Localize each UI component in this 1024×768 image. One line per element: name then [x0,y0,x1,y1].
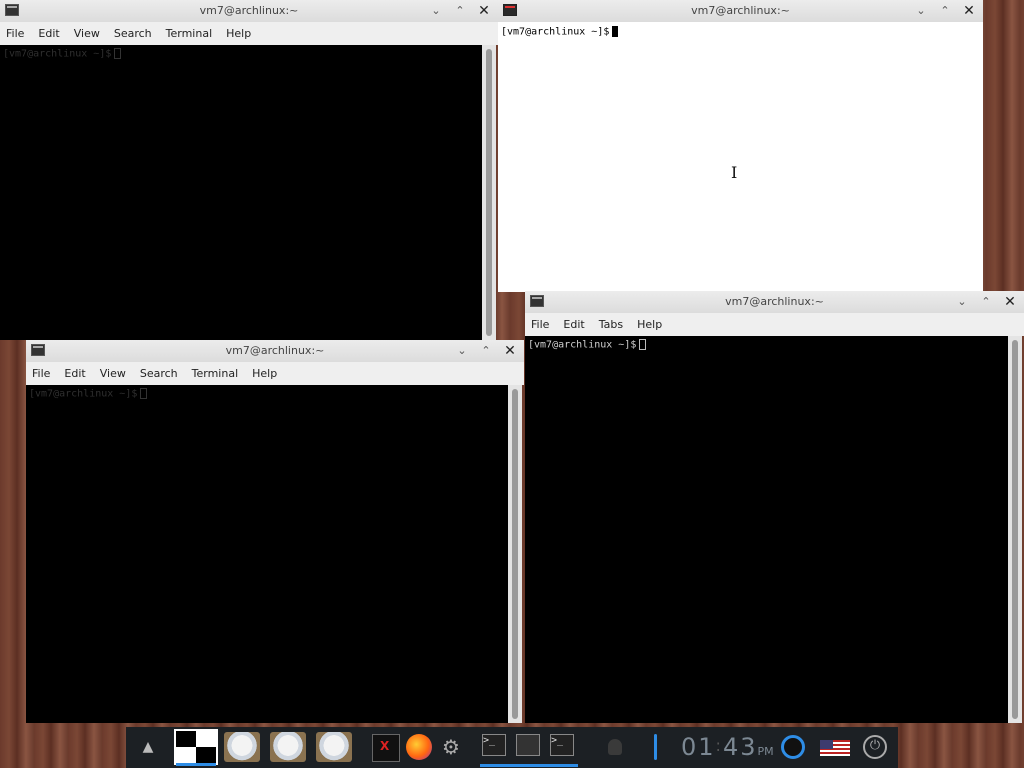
prompt-text: [vm7@archlinux ~]$ [528,339,637,351]
clock[interactable]: 01:43PM [681,733,774,761]
maximize-button[interactable]: ⌃ [476,342,496,360]
menu-view[interactable]: View [100,367,126,380]
minimize-button[interactable]: ⌄ [952,293,972,311]
menubar: File Edit Tabs Help [525,313,1024,336]
workspace-thumb [176,731,196,747]
titlebar[interactable]: vm7@archlinux:~ ⌄ ⌃ ✕ [525,291,1024,314]
show-panel-up-arrow-icon[interactable]: ▲ [136,727,160,768]
clock-minutes: 43 [722,733,758,761]
scrollbar-thumb[interactable] [1012,340,1018,719]
volume-icon[interactable] [654,734,657,760]
menu-help[interactable]: Help [637,318,662,331]
maximize-button[interactable]: ⌃ [935,2,955,20]
cursor [140,388,148,399]
menu-help[interactable]: Help [252,367,277,380]
workspace-active-indicator [176,763,216,766]
cursor [612,26,619,37]
workspace-thumb [316,732,352,762]
terminal-task-icon[interactable]: >_ [550,734,574,756]
workspace-2[interactable] [220,729,264,765]
menu-file[interactable]: File [6,27,24,40]
close-button[interactable]: ✕ [1000,293,1020,311]
workspace-3[interactable] [266,729,310,765]
terminal-area[interactable]: [vm7@archlinux ~]$ [0,45,482,340]
titlebar[interactable]: vm7@archlinux:~ ⌄ ⌃ ✕ [26,340,524,363]
clock-separator: : [715,736,723,755]
menu-search[interactable]: Search [114,27,152,40]
terminal-window-topleft[interactable]: vm7@archlinux:~ ⌄ ⌃ ✕ File Edit View Sea… [0,0,498,340]
titlebar[interactable]: vm7@archlinux:~ ⌄ ⌃ ✕ [0,0,498,23]
workspace-1[interactable] [174,729,218,766]
close-button[interactable]: ✕ [474,2,494,20]
network-icon[interactable] [781,735,805,759]
scrollbar-thumb[interactable] [512,389,518,719]
clock-hours: 01 [681,733,716,761]
terminal-window-bottomleft[interactable]: vm7@archlinux:~ ⌄ ⌃ ✕ File Edit View Sea… [26,340,524,723]
lxterminal-window[interactable]: vm7@archlinux:~ ⌄ ⌃ ✕ File Edit Tabs Hel… [525,291,1024,723]
terminal-task-icon[interactable]: >_ [482,734,506,756]
clock-ampm: PM [757,745,774,758]
menu-view[interactable]: View [74,27,100,40]
menubar: File Edit View Search Terminal Help [26,362,524,385]
workspace-thumb [224,732,260,762]
terminal-area[interactable]: [vm7@archlinux ~]$ [525,336,1008,723]
scrollbar[interactable] [508,385,522,723]
menubar: File Edit View Search Terminal Help [0,22,498,45]
terminal-area[interactable]: [vm7@archlinux ~]$ [498,22,983,292]
menu-edit[interactable]: Edit [64,367,85,380]
minimize-button[interactable]: ⌄ [426,2,446,20]
gear-icon[interactable]: ⚙ [438,734,464,760]
firefox-icon[interactable] [406,734,432,760]
taskbar: ▲ ⚙ >_ >_ 01:43PM ⏻ [126,727,898,768]
close-button[interactable]: ✕ [959,2,979,20]
scrollbar-thumb[interactable] [486,49,492,336]
scrollbar[interactable] [482,45,496,340]
window-title: vm7@archlinux:~ [225,344,325,357]
menu-terminal[interactable]: Terminal [166,27,213,40]
minimize-button[interactable]: ⌄ [452,342,472,360]
menu-tabs[interactable]: Tabs [599,318,623,331]
menu-file[interactable]: File [531,318,549,331]
cursor [639,339,647,350]
menu-terminal[interactable]: Terminal [192,367,239,380]
us-flag-icon[interactable] [820,740,850,756]
menu-edit[interactable]: Edit [563,318,584,331]
task-active-indicator [480,764,578,767]
prompt-text: [vm7@archlinux ~]$ [3,48,112,60]
text-cursor-icon: I [731,163,738,182]
microphone-icon[interactable] [608,739,622,755]
window-title: vm7@archlinux:~ [199,4,299,17]
menu-file[interactable]: File [32,367,50,380]
maximize-button[interactable]: ⌃ [976,293,996,311]
maximize-button[interactable]: ⌃ [450,2,470,20]
minimize-button[interactable]: ⌄ [911,2,931,20]
monitor-task-icon[interactable] [516,734,540,756]
menu-search[interactable]: Search [140,367,178,380]
menu-help[interactable]: Help [226,27,251,40]
workspace-thumb [196,747,216,763]
prompt-text: [vm7@archlinux ~]$ [501,26,610,38]
close-button[interactable]: ✕ [500,342,520,360]
workspace-thumb [270,732,306,762]
power-icon[interactable]: ⏻ [863,735,887,759]
titlebar[interactable]: vm7@archlinux:~ ⌄ ⌃ ✕ [498,0,983,23]
window-title: vm7@archlinux:~ [725,295,824,308]
terminal-area[interactable]: [vm7@archlinux ~]$ [26,385,508,723]
scrollbar[interactable] [1008,336,1022,723]
cursor [114,48,122,59]
prompt-text: [vm7@archlinux ~]$ [29,388,138,400]
xterm-launcher-icon[interactable] [372,734,400,762]
menu-edit[interactable]: Edit [38,27,59,40]
xterm-window[interactable]: vm7@archlinux:~ ⌄ ⌃ ✕ [vm7@archlinux ~]$ [498,0,983,292]
workspace-4[interactable] [312,729,356,765]
